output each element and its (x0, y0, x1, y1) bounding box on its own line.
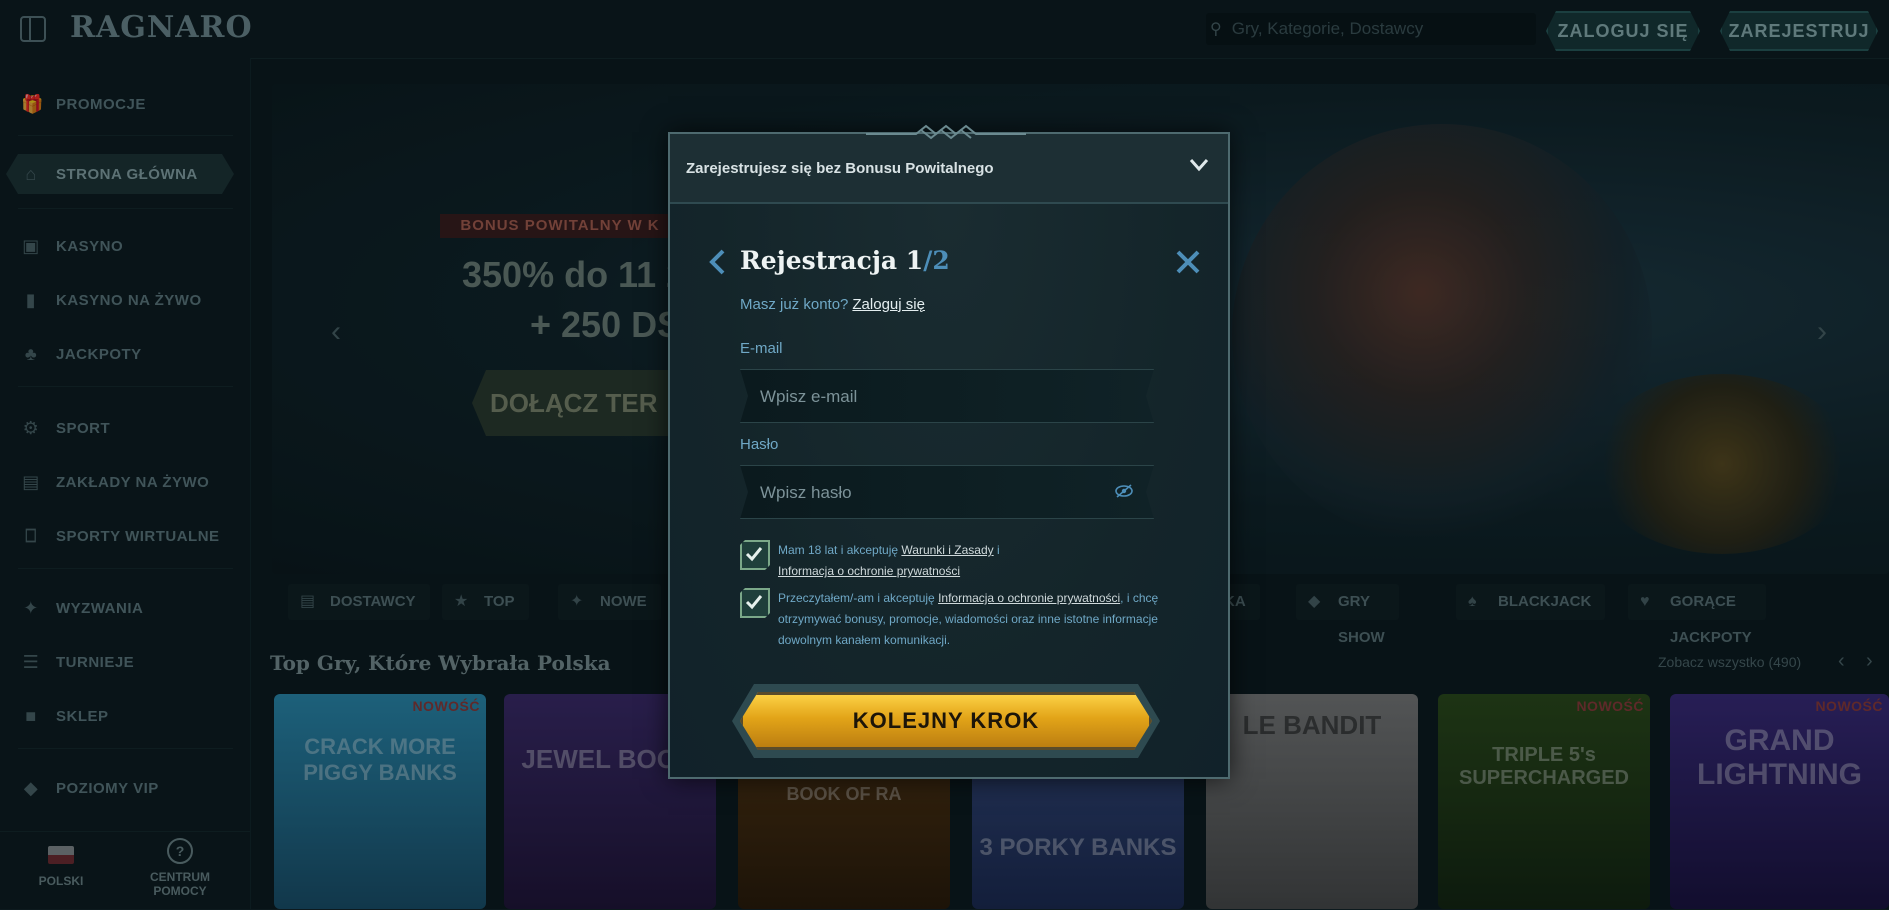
modal-title: Rejestracja 1/2 (740, 246, 950, 275)
have-account-text: Masz już konto? Zaloguj się (740, 296, 925, 313)
have-account-label: Masz już konto? (740, 296, 849, 313)
modal-body: Rejestracja 1/2 Masz już konto? Zaloguj s… (670, 204, 1228, 777)
ornament-icon (866, 124, 1026, 140)
chevron-down-icon[interactable] (1188, 154, 1210, 176)
marketing-consent: Przeczytałem/-am i akceptuję Informacja … (778, 588, 1168, 651)
privacy-link[interactable]: Informacja o ochronie prywatności (778, 564, 960, 578)
password-field-wrapper (740, 465, 1154, 519)
consent-text: Mam 18 lat i akceptuję (778, 543, 899, 557)
title-step: /2 (923, 246, 950, 275)
close-icon[interactable] (1174, 248, 1202, 276)
modal-header: Zarejestrujesz się bez Bonusu Powitalneg… (670, 134, 1228, 204)
back-arrow-icon[interactable] (706, 248, 728, 276)
password-label: Hasło (740, 436, 779, 453)
age-terms-checkbox[interactable] (740, 540, 770, 570)
email-field[interactable] (758, 370, 1102, 424)
login-link[interactable]: Zaloguj się (852, 296, 925, 313)
registration-modal: Zarejestrujesz się bez Bonusu Powitalneg… (668, 132, 1230, 779)
next-step-button[interactable]: KOLEJNY KROK (740, 692, 1152, 750)
terms-link[interactable]: Warunki i Zasady (901, 543, 993, 557)
no-bonus-message: Zarejestrujesz się bez Bonusu Powitalneg… (686, 160, 994, 177)
marketing-consent-checkbox[interactable] (740, 588, 770, 618)
title-text: Rejestracja 1 (740, 246, 924, 275)
consent-text: Przeczytałem/-am i akceptuję (778, 591, 935, 605)
password-field[interactable] (758, 466, 1102, 520)
email-field-wrapper (740, 369, 1154, 423)
consent-text: i (997, 543, 1000, 557)
checkmark-icon (745, 594, 763, 610)
eye-slash-icon[interactable] (1114, 483, 1134, 499)
checkmark-icon (745, 546, 763, 562)
email-label: E-mail (740, 340, 783, 357)
age-terms-consent: Mam 18 lat i akceptuję Warunki i Zasady … (778, 540, 1168, 582)
privacy-link[interactable]: Informacja o ochronie prywatności (938, 591, 1120, 605)
